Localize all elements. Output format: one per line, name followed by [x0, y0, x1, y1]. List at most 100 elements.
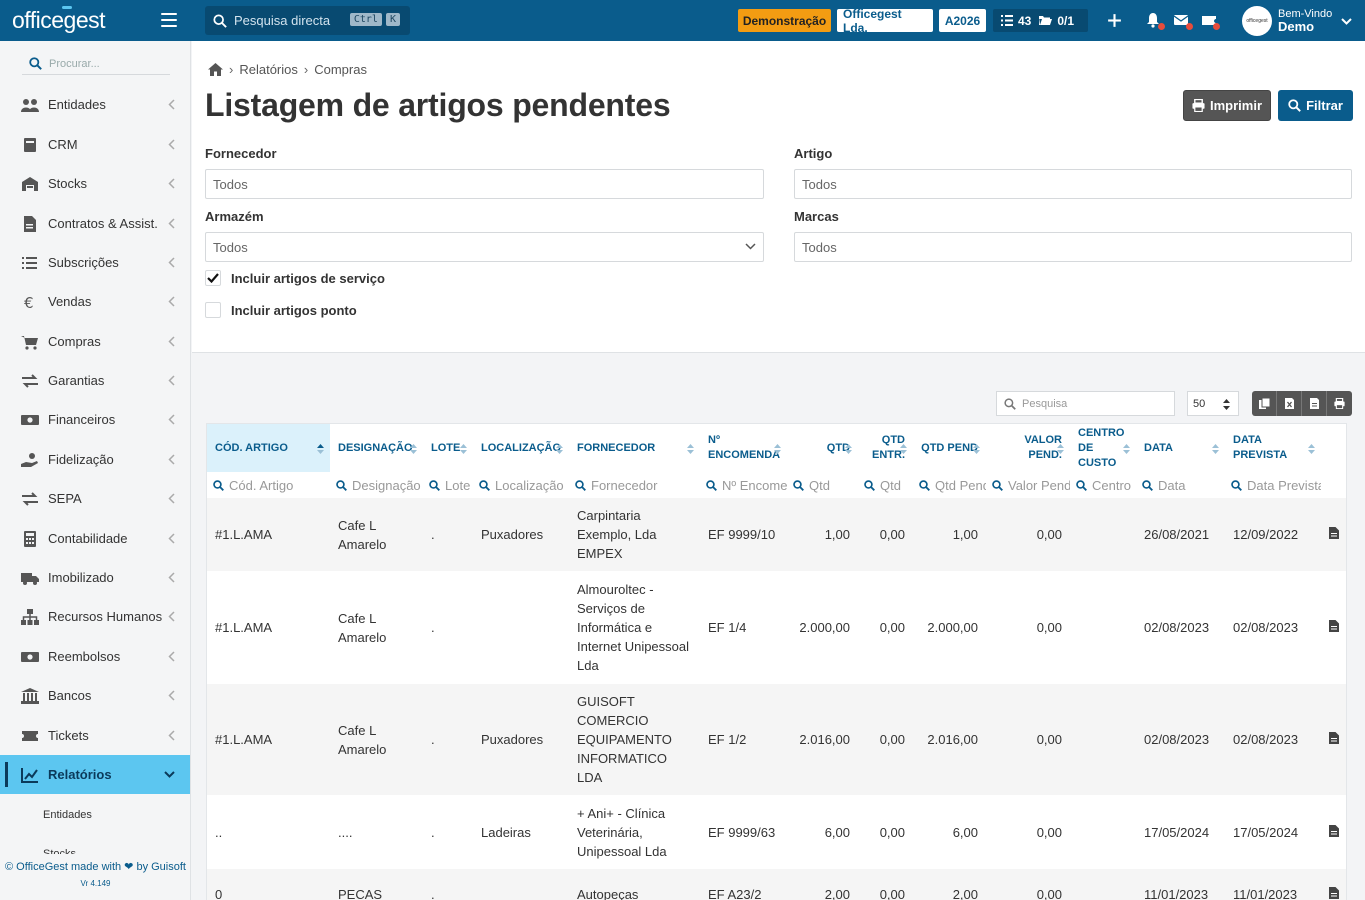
column-header[interactable]: CENTRO DE CUSTO: [1070, 424, 1136, 472]
open-document-button[interactable]: [1321, 684, 1346, 795]
lote-cell: .: [423, 684, 473, 795]
column-header[interactable]: DESIGNAÇÃO: [330, 424, 423, 472]
sidebar-item-compras[interactable]: Compras: [0, 322, 190, 361]
sidebar-item-sepa[interactable]: SEPA: [0, 479, 190, 518]
cart-icon: [21, 335, 38, 350]
column-header[interactable]: VALOR PEND.: [986, 424, 1070, 472]
valor-pend-cell: 0,00: [986, 684, 1070, 795]
sidebar-search-input[interactable]: Procurar...: [22, 53, 170, 75]
sidebar-item-relatorios[interactable]: Relatórios: [0, 755, 190, 794]
incluir-servico-checkbox[interactable]: [205, 270, 221, 286]
sidebar-item-contabilidade[interactable]: Contabilidade: [0, 519, 190, 558]
sidebar-item-recursos-humanos[interactable]: Recursos Humanos: [0, 597, 190, 636]
column-filter-input[interactable]: Qtd Pend: [913, 472, 986, 498]
ticket-alert-icon[interactable]: [1200, 12, 1220, 30]
table-row[interactable]: ....... Ladeiras + Ani+ - Clínica Veteriná…: [207, 795, 1346, 869]
open-document-button[interactable]: [1321, 869, 1346, 900]
sidebar-item-reembolsos[interactable]: Reembolsos: [0, 637, 190, 676]
open-document-button[interactable]: [1321, 795, 1346, 869]
column-filter-input[interactable]: Localização: [473, 472, 569, 498]
table-row[interactable]: #1.L.AMA Cafe L Amarelo. Almouroltec - Ser…: [207, 571, 1346, 684]
open-document-button[interactable]: [1321, 571, 1346, 684]
column-header[interactable]: LOCALIZAÇÃO: [473, 424, 569, 472]
quick-search-input[interactable]: Pesquisa directa Ctrl K: [205, 6, 410, 35]
column-header[interactable]: LOTE: [423, 424, 473, 472]
sidebar-item-bancos[interactable]: Bancos: [0, 676, 190, 715]
plus-icon[interactable]: [1106, 12, 1123, 29]
column-filter-input[interactable]: Nº Encomenda: [700, 472, 787, 498]
column-filter-placeholder: Data Prevista: [1247, 477, 1321, 493]
artigo-field[interactable]: Todos: [794, 169, 1352, 199]
company-selector[interactable]: Officegest Lda.: [837, 7, 933, 35]
sidebar-item-entidades[interactable]: Entidades: [0, 85, 190, 124]
sidebar-item-contratos-assist[interactable]: Contratos & Assist.: [0, 204, 190, 243]
column-header[interactable]: CÓD. ARTIGO: [207, 424, 330, 472]
sidebar-item-vendas[interactable]: € Vendas: [0, 282, 190, 321]
mail-icon[interactable]: [1173, 12, 1193, 30]
sidebar-item-imobilizado[interactable]: Imobilizado: [0, 558, 190, 597]
open-document-button[interactable]: [1321, 498, 1346, 571]
demo-badge[interactable]: Demonstração: [738, 9, 831, 32]
table-row[interactable]: #1.L.AMA Cafe L Amarelo. Puxadores Carpinta…: [207, 498, 1346, 571]
print-table-button[interactable]: [1327, 391, 1352, 416]
folders-counter[interactable]: 0/1: [1039, 14, 1074, 28]
column-filter-input[interactable]: Qtd: [787, 472, 858, 498]
column-header[interactable]: QTD PEND: [913, 424, 986, 472]
filter-button[interactable]: Filtrar: [1278, 90, 1353, 121]
sidebar-item-subscricoes[interactable]: Subscrições: [0, 243, 190, 282]
breadcrumb-item[interactable]: Relatórios: [239, 62, 298, 77]
sidebar-item-fidelizacao[interactable]: Fidelização: [0, 440, 190, 479]
menu-toggle-icon[interactable]: [161, 13, 177, 27]
column-filter-input[interactable]: Centro: [1070, 472, 1136, 498]
counters: 43 0/1: [993, 9, 1088, 32]
marcas-field[interactable]: Todos: [794, 232, 1352, 262]
column-filter-input[interactable]: Valor Pend: [986, 472, 1070, 498]
breadcrumb-item[interactable]: Compras: [314, 62, 367, 77]
table-row[interactable]: 0 PECAS. Autopeças EF A23/2 2,00 0,00 2,00 0,00…: [207, 869, 1346, 900]
column-header[interactable]: FORNECEDOR: [569, 424, 700, 472]
column-header[interactable]: QTD ENTR.: [858, 424, 913, 472]
csv-button[interactable]: [1302, 391, 1327, 416]
copy-button[interactable]: [1252, 391, 1277, 416]
column-filter-input[interactable]: Designação: [330, 472, 423, 498]
cod-artigo-cell: #1.L.AMA: [207, 498, 330, 571]
sidebar-item-stocks[interactable]: Stocks: [0, 164, 190, 203]
print-icon: [1334, 398, 1345, 409]
column-filter-input[interactable]: Data: [1136, 472, 1225, 498]
tasks-counter[interactable]: 43: [1001, 14, 1031, 28]
page-size-select[interactable]: 50: [1187, 391, 1239, 416]
qtd-cell: 6,00: [824, 824, 850, 840]
sidebar-item-label: Compras: [48, 334, 101, 349]
column-header[interactable]: Nº ENCOMENDA: [700, 424, 787, 472]
sidebar-item-tickets[interactable]: Tickets: [0, 716, 190, 755]
column-filter-input[interactable]: Lote: [423, 472, 473, 498]
excel-button[interactable]: [1277, 391, 1302, 416]
footer-credit[interactable]: © OfficeGest made with ❤ by Guisoft: [0, 860, 190, 873]
incluir-ponto-checkbox[interactable]: [205, 302, 221, 318]
armazem-select[interactable]: Todos: [205, 232, 764, 262]
column-filter-input[interactable]: Data Prevista: [1225, 472, 1321, 498]
user-menu[interactable]: officegest Bem-Vindo Demo: [1242, 6, 1352, 36]
sidebar-item-financeiros[interactable]: Financeiros: [0, 400, 190, 439]
column-filter-placeholder: Fornecedor: [591, 477, 658, 493]
fornecedor-field[interactable]: Todos: [205, 169, 764, 199]
column-filter-input[interactable]: Fornecedor: [569, 472, 700, 498]
chevron-left-icon: [168, 99, 175, 110]
sidebar-subitem-entidades[interactable]: Entidades: [43, 809, 92, 821]
lote-cell: .: [431, 824, 435, 840]
print-button[interactable]: Imprimir: [1183, 90, 1271, 121]
sidebar-item-crm[interactable]: CRM: [0, 125, 190, 164]
sort-icon: [1057, 444, 1064, 454]
column-header[interactable]: DATA: [1136, 424, 1225, 472]
column-filter-input[interactable]: Cód. Artigo: [207, 472, 330, 498]
home-icon[interactable]: [208, 63, 223, 76]
bell-icon[interactable]: [1145, 12, 1165, 30]
column-header[interactable]: DATA PREVISTA: [1225, 424, 1321, 472]
year-selector[interactable]: A2026: [939, 9, 986, 32]
sidebar-item-garantias[interactable]: Garantias: [0, 361, 190, 400]
table-search-input[interactable]: Pesquisa: [996, 391, 1175, 416]
table-row[interactable]: #1.L.AMA Cafe L Amarelo. Puxadores GUISOFT …: [207, 684, 1346, 795]
column-header[interactable]: QTD: [787, 424, 858, 472]
column-filter-input[interactable]: Qtd: [858, 472, 913, 498]
chevron-left-icon: [168, 178, 175, 189]
